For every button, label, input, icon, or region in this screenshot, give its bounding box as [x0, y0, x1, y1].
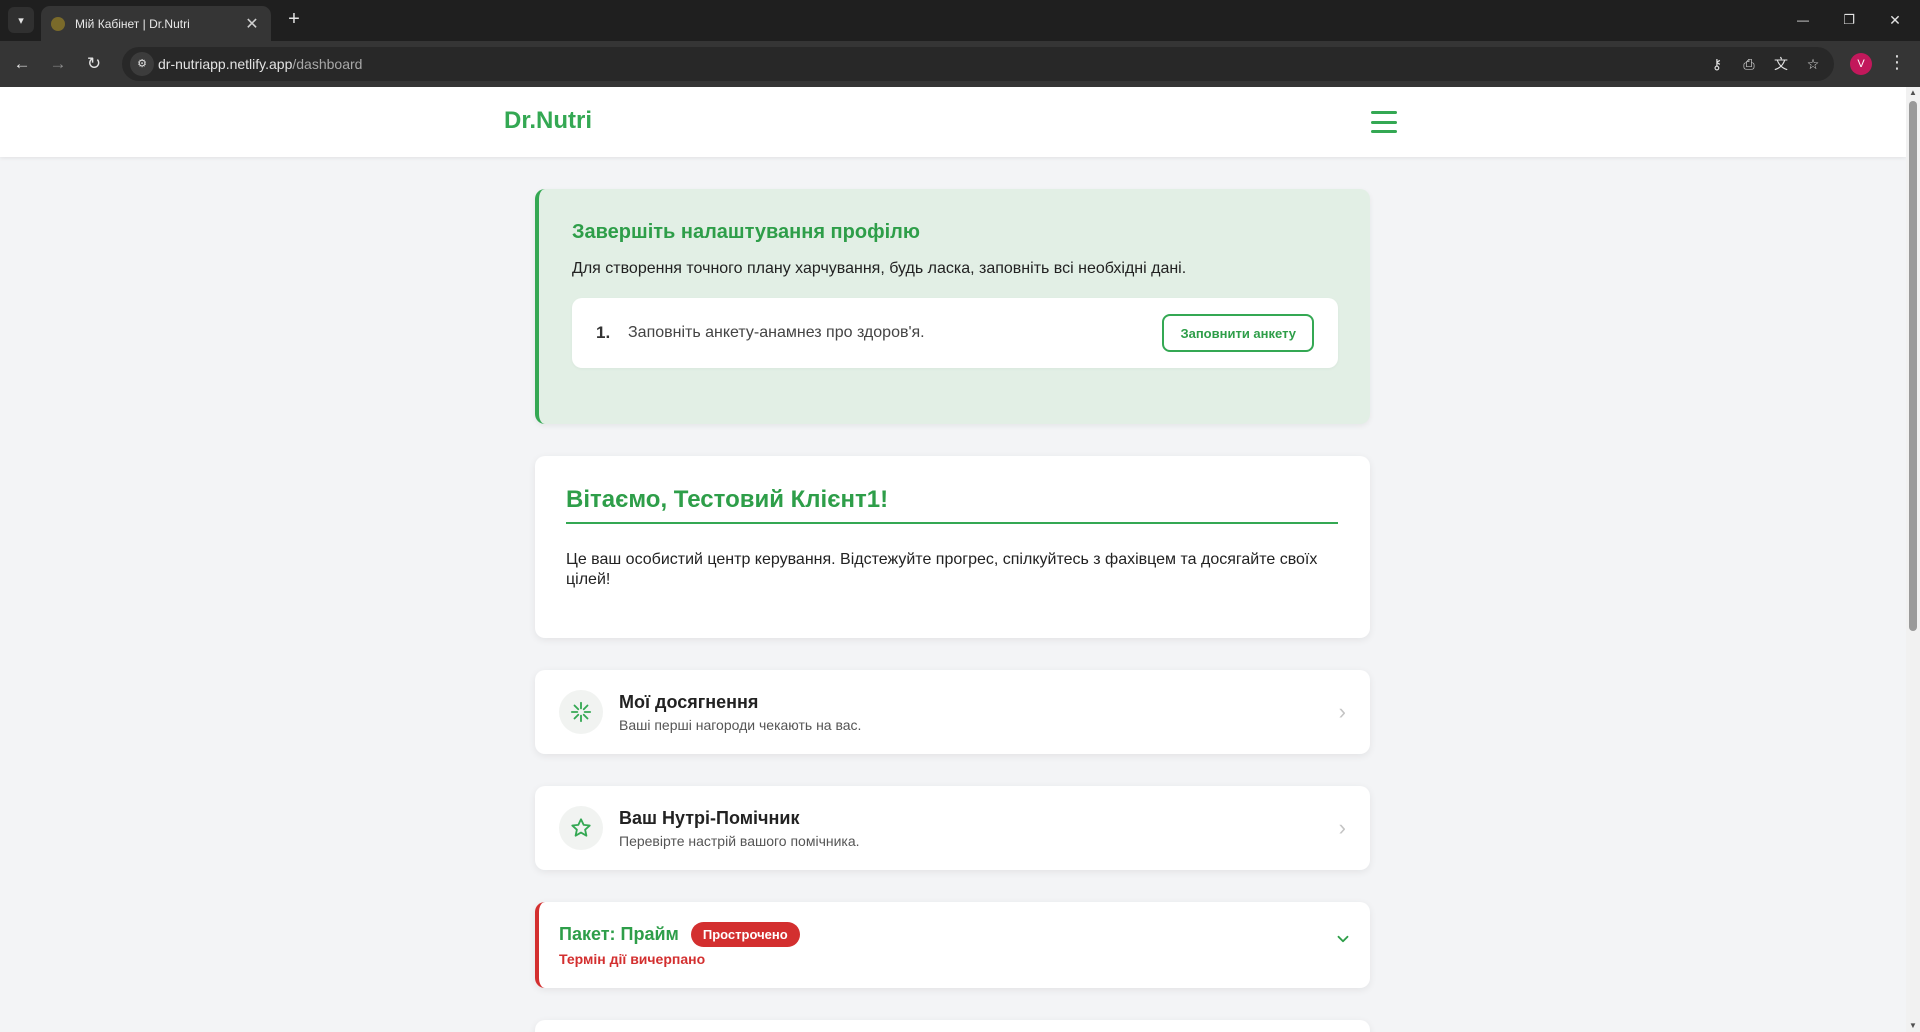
chevron-down-icon[interactable] — [1334, 930, 1352, 948]
back-arrow-icon[interactable]: ← — [10, 52, 34, 76]
address-bar[interactable]: ⚙ dr-nutriapp.netlify.app/dashboard ⚷ ⎙ … — [122, 47, 1834, 81]
welcome-title: Вітаємо, Тестовий Клієнт1! — [566, 486, 1338, 524]
browser-tab[interactable]: Мій Кабінет | Dr.Nutri ✕ — [41, 6, 271, 41]
browser-toolbar: ← → ↻ ⚙ dr-nutriapp.netlify.app/dashboar… — [0, 41, 1920, 87]
sparkle-icon — [559, 690, 603, 734]
site-logo[interactable]: Dr.Nutri — [504, 107, 592, 135]
achievements-subtitle: Ваші перші нагороди чекають на вас. — [619, 716, 862, 733]
scrollbar-thumb[interactable] — [1909, 101, 1917, 631]
password-key-icon[interactable]: ⚷ — [1706, 53, 1728, 75]
restore-button[interactable]: ❐ — [1826, 5, 1872, 35]
achievements-title: Мої досягнення — [619, 691, 759, 712]
achievements-card[interactable]: Мої досягнення Ваші перші нагороди чекаю… — [535, 670, 1370, 754]
hamburger-menu-icon[interactable] — [1371, 111, 1397, 133]
step-number: 1. — [596, 323, 611, 342]
chevron-right-icon: › — [1338, 699, 1346, 724]
browser-menu-icon[interactable]: ⋮ — [1888, 52, 1906, 73]
chevron-right-icon: › — [1338, 815, 1346, 840]
fill-questionnaire-button[interactable]: Заповнити анкету — [1162, 314, 1314, 352]
welcome-card: Вітаємо, Тестовий Клієнт1! Це ваш особис… — [535, 456, 1370, 638]
minimize-button[interactable]: — — [1780, 5, 1826, 35]
new-tab-button[interactable]: + — [282, 8, 306, 32]
tab-search-button[interactable]: ▾ — [8, 7, 34, 33]
profile-avatar[interactable]: V — [1850, 53, 1872, 75]
scroll-up-arrow-icon[interactable]: ▲ — [1909, 89, 1917, 97]
next-card-partial — [535, 1020, 1370, 1032]
package-status: Термін дії вичерпано — [559, 951, 706, 967]
star-icon — [559, 806, 603, 850]
install-app-icon[interactable]: ⎙ — [1738, 53, 1760, 75]
setup-description: Для створення точного плану харчування, … — [572, 260, 1187, 277]
bookmark-star-icon[interactable]: ☆ — [1802, 53, 1824, 75]
scroll-down-arrow-icon[interactable]: ▼ — [1909, 1022, 1917, 1030]
nutri-assistant-card[interactable]: Ваш Нутрі-Помічник Перевірте настрій ваш… — [535, 786, 1370, 870]
forward-arrow-icon[interactable]: → — [46, 52, 70, 76]
site-info-icon[interactable]: ⚙ — [130, 52, 154, 76]
translate-icon[interactable]: 文 — [1770, 53, 1792, 75]
setup-step-row: 1. Заповніть анкету-анамнез про здоров'я… — [572, 298, 1338, 368]
assistant-subtitle: Перевірте настрій вашого помічника. — [619, 832, 860, 849]
reload-icon[interactable]: ↻ — [82, 52, 106, 76]
welcome-description: Це ваш особистий центр керування. Відсте… — [566, 551, 1318, 588]
step-text: Заповніть анкету-анамнез про здоров'я. — [628, 324, 925, 341]
url-host: dr-nutriapp.netlify.app — [158, 56, 293, 72]
package-card[interactable]: Пакет: Прайм Прострочено Термін дії виче… — [535, 902, 1370, 988]
favicon-icon — [51, 16, 65, 31]
expired-badge: Прострочено — [690, 922, 800, 947]
close-window-button[interactable]: ✕ — [1872, 5, 1918, 35]
tab-title: Мій Кабінет | Dr.Nutri — [75, 16, 190, 31]
package-title: Пакет: Прайм — [559, 924, 679, 944]
browser-tab-strip: ▾ Мій Кабінет | Dr.Nutri ✕ + — ❐ ✕ — [0, 0, 1920, 41]
profile-setup-card: Завершіть налаштування профілю Для створ… — [535, 189, 1370, 424]
page-scrollbar[interactable]: ▲ ▼ — [1906, 87, 1920, 1032]
assistant-title: Ваш Нутрі-Помічник — [619, 807, 800, 828]
url-path: /dashboard — [292, 56, 363, 72]
page-viewport: Dr.Nutri Завершіть налаштування профілю … — [0, 87, 1906, 1032]
url-text[interactable]: dr-nutriapp.netlify.app/dashboard — [158, 56, 362, 72]
setup-title: Завершіть налаштування профілю — [572, 221, 920, 243]
dashboard-content: Завершіть налаштування профілю Для створ… — [535, 189, 1370, 1032]
tab-close-icon[interactable]: ✕ — [243, 14, 261, 34]
site-header: Dr.Nutri — [0, 87, 1906, 157]
